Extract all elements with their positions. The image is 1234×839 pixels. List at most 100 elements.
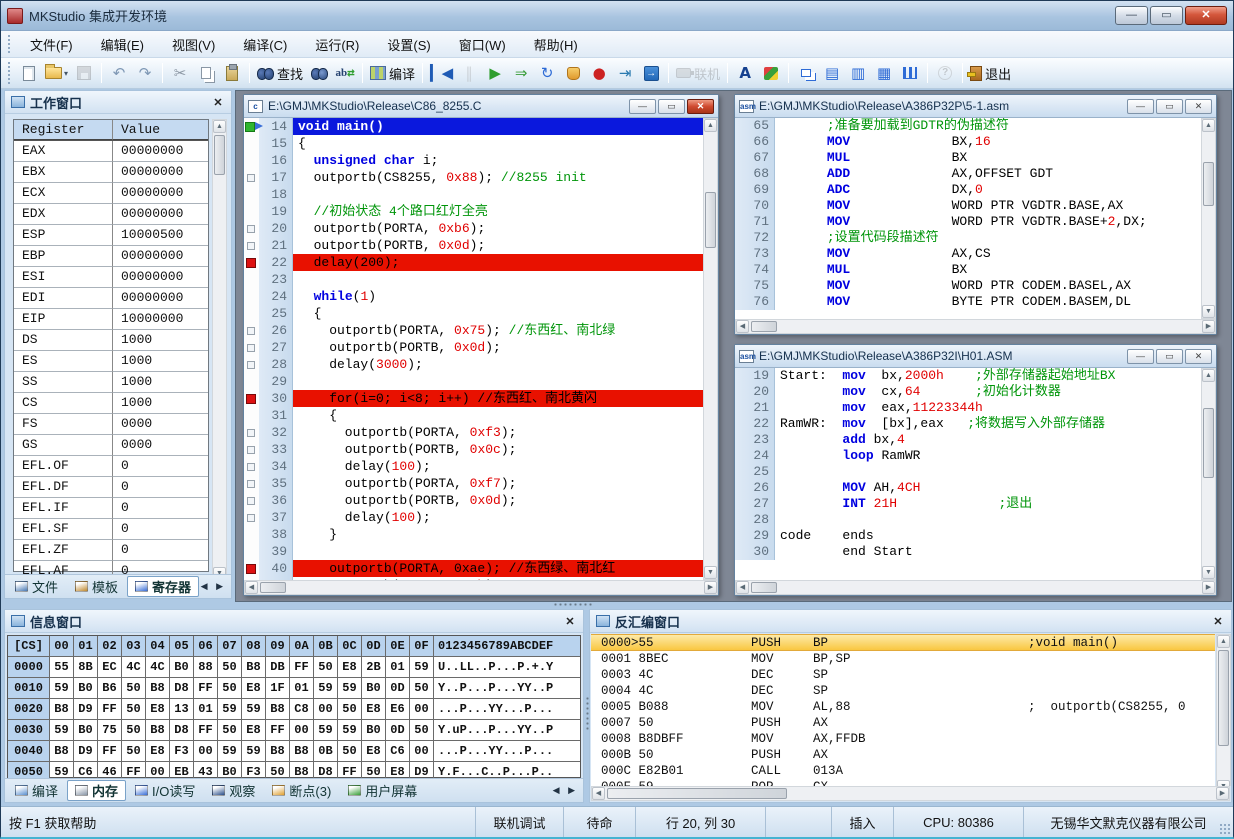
marker-gutter[interactable]	[244, 288, 259, 305]
code-line[interactable]: 25 {	[244, 305, 703, 322]
replace-button[interactable]: ab⇄	[333, 61, 357, 85]
menu-help[interactable]: 帮助(H)	[520, 31, 592, 58]
disasm-row[interactable]: 0004 4CDECSP	[591, 683, 1215, 699]
hex-byte[interactable]: 8B	[74, 657, 98, 678]
disasm-row[interactable]: 0005 B088MOVAL,88; outportb(CS8255, 0	[591, 699, 1215, 715]
scroll-thumb[interactable]	[607, 788, 787, 799]
scroll-left-icon[interactable]: ◀	[736, 320, 749, 333]
scroll-down-icon[interactable]: ▼	[1202, 305, 1215, 318]
code-line[interactable]: 30 for(i=0; i<8; i++) //东西红、南北黄闪	[244, 390, 703, 407]
hex-byte[interactable]: 50	[266, 762, 290, 778]
code-line[interactable]: 21 mov eax,11223344h	[735, 400, 1201, 416]
run-to-start-button[interactable]: ▎◀	[428, 61, 455, 85]
hex-byte[interactable]: 59	[50, 678, 74, 699]
disasm-row[interactable]: 000B 50PUSHAX	[591, 747, 1215, 763]
hex-byte[interactable]: EB	[170, 762, 194, 778]
scroll-thumb[interactable]	[751, 321, 777, 332]
code-line[interactable]: 68 ADD AX,OFFSET GDT	[735, 166, 1201, 182]
info-tab-user-screen[interactable]: 用户屏幕	[340, 780, 425, 801]
menu-edit[interactable]: 编辑(E)	[87, 31, 158, 58]
tile-horizontal-button[interactable]: ▤	[820, 61, 844, 85]
register-row[interactable]: EFL.OF0	[14, 456, 208, 477]
colors-button[interactable]	[759, 61, 783, 85]
c-restore-button[interactable]: ▭	[658, 99, 685, 114]
breakpoint-marker[interactable]	[244, 254, 259, 271]
info-tab-watch[interactable]: 观察	[204, 780, 263, 801]
code-line[interactable]: 35 outportb(PORTA, 0xf7);	[244, 475, 703, 492]
c-close-button[interactable]: ✕	[687, 99, 714, 114]
cascade-windows-button[interactable]	[794, 61, 818, 85]
hex-byte[interactable]: B0	[74, 678, 98, 699]
tab-scroll-arrows[interactable]: ◀ ▶	[553, 785, 581, 796]
hex-byte[interactable]: FF	[194, 678, 218, 699]
hex-byte[interactable]: 4C	[122, 657, 146, 678]
marker-gutter[interactable]	[244, 577, 259, 580]
hex-byte[interactable]: E8	[338, 657, 362, 678]
register-row[interactable]: ESP10000500	[14, 225, 208, 246]
register-row[interactable]: EIP10000000	[14, 309, 208, 330]
hex-byte[interactable]: 50	[338, 699, 362, 720]
hex-byte[interactable]: 55	[50, 657, 74, 678]
asm1-code-editor[interactable]: 65 ;准备要加载到GDTR的伪描述符66 MOV BX,1667 MUL BX…	[735, 118, 1201, 319]
c-editor-titlebar[interactable]: c E:\GMJ\MKStudio\Release\C86_8255.C — ▭…	[244, 95, 718, 117]
code-line[interactable]: 23 add bx,4	[735, 432, 1201, 448]
hex-byte[interactable]: FF	[122, 762, 146, 778]
register-row[interactable]: FS0000	[14, 414, 208, 435]
hex-byte[interactable]: C6	[74, 762, 98, 778]
hex-byte[interactable]: E6	[386, 699, 410, 720]
marker-gutter[interactable]	[244, 152, 259, 169]
hex-byte[interactable]: 50	[218, 657, 242, 678]
statistics-button[interactable]	[898, 61, 922, 85]
hex-byte[interactable]: D8	[170, 720, 194, 741]
breakpoint-button[interactable]: ●	[587, 61, 611, 85]
scroll-thumb[interactable]	[1218, 650, 1229, 746]
help-button[interactable]: ?	[933, 61, 957, 85]
run-button[interactable]: ▶	[483, 61, 507, 85]
scroll-down-icon[interactable]: ▼	[1202, 566, 1215, 579]
disasm-row[interactable]: 0007 50PUSHAX	[591, 715, 1215, 731]
exit-button[interactable]: 退出	[968, 61, 1013, 85]
hex-byte[interactable]: 50	[122, 741, 146, 762]
hex-byte[interactable]: 75	[98, 720, 122, 741]
register-row[interactable]: ECX00000000	[14, 183, 208, 204]
undo-button[interactable]: ↶	[107, 61, 131, 85]
asm1-close-button[interactable]: ✕	[1185, 99, 1212, 114]
scroll-up-icon[interactable]: ▲	[1202, 119, 1215, 132]
disasm-close-icon[interactable]: ✕	[1211, 615, 1225, 628]
asm1-restore-button[interactable]: ▭	[1156, 99, 1183, 114]
marker-gutter[interactable]	[244, 407, 259, 424]
hex-byte[interactable]: FF	[98, 699, 122, 720]
code-line[interactable]: 76 MOV BYTE PTR CODEM.BASEM,DL	[735, 294, 1201, 310]
hex-byte[interactable]: 50	[122, 699, 146, 720]
compile-button[interactable]: 编译	[368, 61, 417, 85]
marker-gutter[interactable]	[244, 424, 259, 441]
code-line[interactable]: 29code ends	[735, 528, 1201, 544]
redo-button[interactable]: ↷	[133, 61, 157, 85]
hex-byte[interactable]: B0	[74, 720, 98, 741]
hex-byte[interactable]: 59	[218, 741, 242, 762]
code-line[interactable]: 34 delay(100);	[244, 458, 703, 475]
code-line[interactable]: 16 unsigned char i;	[244, 152, 703, 169]
hex-byte[interactable]: D8	[314, 762, 338, 778]
code-line[interactable]: 72 ;设置代码段描述符	[735, 230, 1201, 246]
hex-byte[interactable]: DB	[266, 657, 290, 678]
marker-gutter[interactable]	[244, 322, 259, 339]
scroll-up-icon[interactable]: ▲	[1217, 635, 1230, 648]
hex-byte[interactable]: E8	[362, 741, 386, 762]
c-code-editor[interactable]: 14void main()15{16 unsigned char i;17 ou…	[244, 118, 703, 580]
code-line[interactable]: 21 outportb(PORTB, 0x0d);	[244, 237, 703, 254]
marker-gutter[interactable]	[244, 305, 259, 322]
hex-byte[interactable]: B8	[290, 762, 314, 778]
code-line[interactable]: 18	[244, 186, 703, 203]
marker-gutter[interactable]	[244, 509, 259, 526]
scroll-right-icon[interactable]: ▶	[704, 581, 717, 594]
code-line[interactable]: 27 INT 21H ;退出	[735, 496, 1201, 512]
register-row[interactable]: ESI00000000	[14, 267, 208, 288]
register-row[interactable]: EDI00000000	[14, 288, 208, 309]
register-row[interactable]: ES1000	[14, 351, 208, 372]
find-next-button[interactable]	[307, 61, 331, 85]
code-line[interactable]: 15{	[244, 135, 703, 152]
register-row[interactable]: CS1000	[14, 393, 208, 414]
code-line[interactable]: 19Start: mov bx,2000h ;外部存储器起始地址BX	[735, 368, 1201, 384]
toolbar-grip[interactable]	[7, 61, 12, 85]
